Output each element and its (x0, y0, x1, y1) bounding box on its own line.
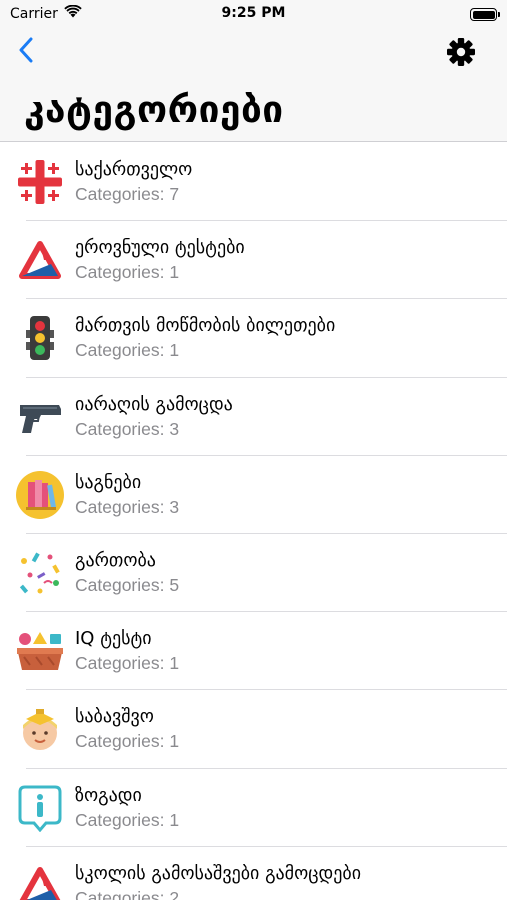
list-item[interactable]: სკოლის გამოსაშვები გამოცდები Categories:… (0, 847, 507, 900)
list-item-title: IQ ტესტი (75, 628, 152, 650)
georgia-flag-icon (16, 158, 64, 206)
list-item[interactable]: მართვის მოწმობის ბილეთები Categories: 1 (0, 299, 507, 378)
navigation-bar: კატეგორიები (0, 30, 507, 142)
shapes-basket-icon (16, 627, 64, 675)
chevron-left-icon (18, 37, 34, 67)
list-item-subtitle: Categories: 1 (75, 809, 180, 830)
list-item-subtitle: Categories: 1 (75, 653, 180, 674)
page-title: კატეგორიები (24, 88, 284, 131)
list-item-subtitle: Categories: 5 (75, 574, 180, 595)
list-item-title: საგნები (75, 471, 142, 493)
list-item-texts: იარაღის გამოცდა Categories: 3 (75, 393, 233, 441)
triangle-logo-icon (16, 862, 64, 900)
list-item-subtitle: Categories: 3 (75, 496, 180, 517)
list-item[interactable]: გართობა Categories: 5 (0, 534, 507, 613)
list-item[interactable]: ეროვნული ტესტები Categories: 1 (0, 221, 507, 300)
list-item[interactable]: IQ ტესტი Categories: 1 (0, 612, 507, 691)
list-item-subtitle: Categories: 2 (75, 887, 180, 900)
list-item-title: ეროვნული ტესტები (75, 237, 245, 259)
list-item-texts: საქართველო Categories: 7 (75, 158, 192, 206)
list-item-title: იარაღის გამოცდა (75, 393, 233, 415)
traffic-light-icon (16, 314, 64, 362)
pistol-icon (16, 393, 64, 441)
list-item-subtitle: Categories: 3 (75, 418, 180, 439)
list-item-texts: ზოგადი Categories: 1 (75, 784, 179, 832)
list-item-texts: სკოლის გამოსაშვები გამოცდები Categories:… (75, 862, 361, 900)
status-bar: Carrier 9:25 PM (0, 0, 507, 30)
list-item-title: ზოგადი (75, 784, 142, 806)
list-item[interactable]: ზოგადი Categories: 1 (0, 769, 507, 847)
list-item-texts: ეროვნული ტესტები Categories: 1 (75, 236, 245, 284)
list-item-texts: გართობა Categories: 5 (75, 549, 179, 597)
list-item-title: საქართველო (75, 159, 193, 180)
back-button[interactable] (10, 36, 42, 68)
list-item-title: მართვის მოწმობის ბილეთები (75, 315, 336, 337)
list-item[interactable]: საქართველო Categories: 7 (0, 143, 507, 222)
list-item-subtitle: Categories: 1 (75, 340, 180, 361)
info-bubble-icon (16, 784, 64, 832)
books-icon (16, 470, 64, 519)
list-item[interactable]: საგნები Categories: 3 (0, 456, 507, 534)
confetti-icon (16, 549, 64, 597)
settings-button[interactable] (443, 36, 479, 72)
gear-icon (446, 37, 476, 71)
list-item-title: სკოლის გამოსაშვები გამოცდები (75, 862, 362, 884)
list-item-subtitle: Categories: 1 (75, 262, 180, 283)
triangle-logo-icon (16, 236, 64, 284)
list-item-title: საბავშვო (75, 706, 154, 728)
list-item[interactable]: იარაღის გამოცდა Categories: 3 (0, 378, 507, 456)
list-item-title: გართობა (75, 549, 156, 571)
status-time: 9:25 PM (221, 5, 286, 21)
list-item-texts: IQ ტესტი Categories: 1 (75, 627, 179, 675)
battery-icon (470, 8, 500, 21)
list-item-texts: მართვის მოწმობის ბილეთები Categories: 1 (75, 314, 335, 362)
list-item-texts: საბავშვო Categories: 1 (75, 705, 179, 753)
list-item-subtitle: Categories: 1 (75, 731, 180, 752)
list-item-subtitle: Categories: 7 (75, 184, 180, 204)
child-graduate-icon (16, 705, 64, 753)
list-item[interactable]: საბავშვო Categories: 1 (0, 690, 507, 769)
list-item-texts: საგნები Categories: 3 (75, 471, 179, 519)
category-list: საქართველო Categories: 7 ეროვნული ტესტებ… (0, 143, 507, 900)
